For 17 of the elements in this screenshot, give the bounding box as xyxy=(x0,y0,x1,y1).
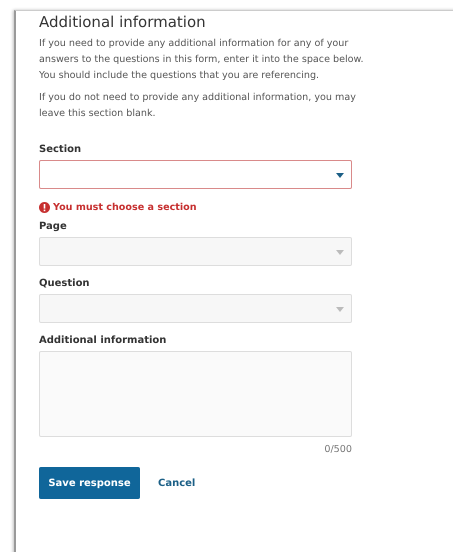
caret-icon xyxy=(336,307,344,312)
text-area[interactable] xyxy=(39,351,352,437)
save-button[interactable]: Save response xyxy=(39,467,140,499)
intro-paragraph: If you do not need to provide any additional information, you may leave this section blank. xyxy=(39,91,357,121)
field-label: Question xyxy=(39,278,91,289)
field-label: Section xyxy=(39,144,82,155)
cancel-link[interactable]: Cancel xyxy=(156,476,198,490)
field-label: Page xyxy=(39,221,68,232)
caret-icon xyxy=(336,250,344,255)
intro-paragraph: If you need to provide any additional information for any of your answers to the questions in this form, enter it into the space below. You should include the questions that you are referencing. xyxy=(39,37,365,83)
error-message: You must choose a section xyxy=(53,202,197,213)
field-label: Additional information xyxy=(39,335,168,346)
section-heading: Additional information xyxy=(39,13,207,31)
error-icon xyxy=(39,202,50,213)
character-counter: 0/500 xyxy=(324,444,352,455)
dropdown-field[interactable] xyxy=(39,160,352,189)
caret-icon xyxy=(336,173,344,178)
